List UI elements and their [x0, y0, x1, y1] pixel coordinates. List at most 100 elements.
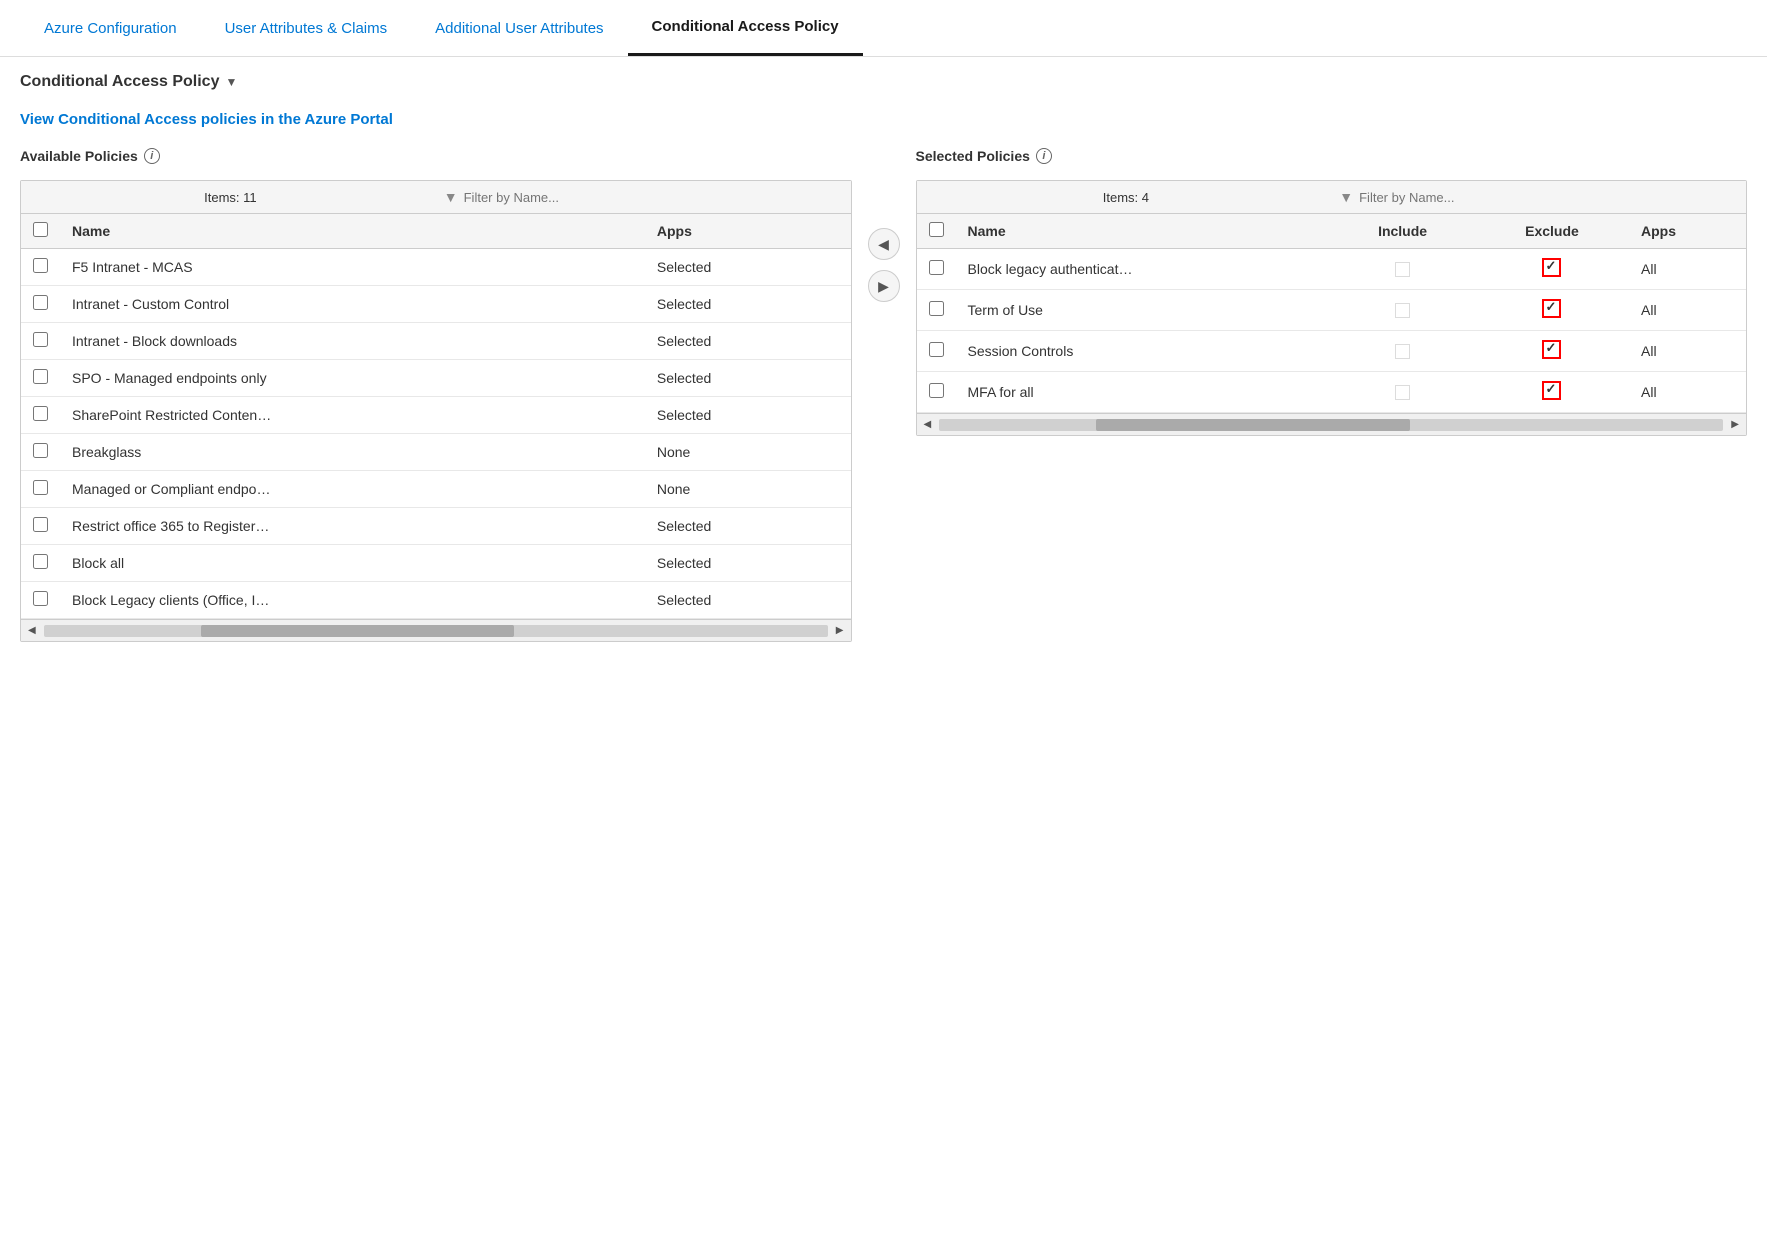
selected-table-container: Name Include Exclude Apps Block legacy a… — [917, 214, 1747, 413]
available-table-container: Name Apps F5 Intranet - MCAS Selected In… — [21, 214, 851, 619]
selected-table-row: Block legacy authenticat… ✓ All — [917, 249, 1747, 290]
available-row-checkbox-cell — [21, 397, 60, 434]
selected-filter-area: ▼ — [1339, 189, 1734, 205]
selected-row-apps: All — [1629, 249, 1746, 290]
exclude-checkbox-icon[interactable]: ✓ — [1542, 381, 1561, 400]
available-row-checkbox[interactable] — [33, 406, 48, 421]
available-table-row: Restrict office 365 to Register… Selecte… — [21, 508, 851, 545]
page-title-row: Conditional Access Policy ▼ — [20, 73, 1747, 91]
selected-row-checkbox[interactable] — [929, 383, 944, 398]
available-row-name: Intranet - Block downloads — [60, 323, 645, 360]
available-row-name: Restrict office 365 to Register… — [60, 508, 645, 545]
available-row-name: Block Legacy clients (Office, I… — [60, 582, 645, 619]
selected-exclude-col-header: Exclude — [1475, 214, 1629, 249]
available-policies-panel: Items: 11 ▼ Name — [20, 180, 852, 642]
tab-user-attrs-claims[interactable]: User Attributes & Claims — [201, 2, 412, 55]
selected-row-checkbox[interactable] — [929, 260, 944, 275]
selected-h-scrollbar[interactable]: ◀ ▶ — [917, 413, 1747, 435]
available-policies-section: Available Policies i Items: 11 ▼ — [20, 148, 852, 642]
transfer-buttons: ◀ ▶ — [852, 148, 916, 302]
azure-portal-link[interactable]: View Conditional Access policies in the … — [20, 111, 393, 128]
available-row-checkbox[interactable] — [33, 480, 48, 495]
available-section-label-row: Available Policies i — [20, 148, 852, 180]
selected-scroll-right[interactable]: ▶ — [1727, 417, 1743, 432]
available-row-apps: Selected — [645, 286, 851, 323]
selected-row-checkbox-cell — [917, 290, 956, 331]
available-row-checkbox-cell — [21, 434, 60, 471]
selected-scroll-track[interactable] — [939, 419, 1723, 431]
selected-panel-header: Items: 4 ▼ — [917, 181, 1747, 214]
available-row-checkbox[interactable] — [33, 591, 48, 606]
available-row-apps: Selected — [645, 397, 851, 434]
available-table-body: F5 Intranet - MCAS Selected Intranet - C… — [21, 249, 851, 619]
selected-policies-section: Selected Policies i Items: 4 ▼ — [916, 148, 1748, 436]
available-h-scrollbar[interactable]: ◀ ▶ — [21, 619, 851, 641]
tab-conditional-access[interactable]: Conditional Access Policy — [628, 0, 863, 56]
selected-name-col-header: Name — [956, 214, 1331, 249]
selected-row-include — [1330, 372, 1475, 413]
selected-select-all-col — [917, 214, 956, 249]
selected-table-row: Term of Use ✓ All — [917, 290, 1747, 331]
selected-scroll-thumb — [1096, 419, 1410, 431]
selected-row-checkbox-cell — [917, 372, 956, 413]
title-dropdown-arrow[interactable]: ▼ — [225, 75, 237, 89]
available-row-apps: Selected — [645, 508, 851, 545]
include-checkbox-icon — [1395, 344, 1410, 359]
available-row-checkbox-cell — [21, 582, 60, 619]
available-table-row: SharePoint Restricted Conten… Selected — [21, 397, 851, 434]
available-row-checkbox[interactable] — [33, 443, 48, 458]
available-row-name: Block all — [60, 545, 645, 582]
available-table-row: F5 Intranet - MCAS Selected — [21, 249, 851, 286]
available-scroll-right[interactable]: ▶ — [832, 623, 848, 638]
available-apps-col-header: Apps — [645, 214, 851, 249]
include-checkbox-icon — [1395, 262, 1410, 277]
selected-table-row: Session Controls ✓ All — [917, 331, 1747, 372]
available-row-checkbox[interactable] — [33, 369, 48, 384]
available-row-name: F5 Intranet - MCAS — [60, 249, 645, 286]
transfer-right-btn[interactable]: ▶ — [868, 270, 900, 302]
available-info-icon[interactable]: i — [144, 148, 160, 164]
available-row-checkbox[interactable] — [33, 332, 48, 347]
available-row-apps: Selected — [645, 323, 851, 360]
available-row-name: Managed or Compliant endpo… — [60, 471, 645, 508]
available-select-all-checkbox[interactable] — [33, 222, 48, 237]
tab-azure-config[interactable]: Azure Configuration — [20, 2, 201, 55]
available-row-checkbox[interactable] — [33, 295, 48, 310]
available-section-label: Available Policies i — [20, 148, 852, 164]
selected-scroll-left[interactable]: ◀ — [920, 417, 936, 432]
selected-filter-input[interactable] — [1359, 190, 1734, 205]
selected-row-include — [1330, 331, 1475, 372]
selected-table-header: Name Include Exclude Apps — [917, 214, 1747, 249]
available-scroll-track[interactable] — [44, 625, 828, 637]
tab-additional-user-attrs[interactable]: Additional User Attributes — [411, 2, 627, 55]
selected-row-checkbox[interactable] — [929, 342, 944, 357]
available-scroll-left[interactable]: ◀ — [24, 623, 40, 638]
exclude-checkbox-icon[interactable]: ✓ — [1542, 299, 1561, 318]
selected-include-col-header: Include — [1330, 214, 1475, 249]
available-row-apps: None — [645, 434, 851, 471]
transfer-left-btn[interactable]: ◀ — [868, 228, 900, 260]
page-title: Conditional Access Policy — [20, 73, 219, 91]
available-row-checkbox-cell — [21, 508, 60, 545]
available-row-checkbox-cell — [21, 360, 60, 397]
available-row-checkbox[interactable] — [33, 258, 48, 273]
selected-row-checkbox[interactable] — [929, 301, 944, 316]
exclude-checkbox-icon[interactable]: ✓ — [1542, 258, 1561, 277]
available-row-name: SharePoint Restricted Conten… — [60, 397, 645, 434]
available-row-checkbox[interactable] — [33, 517, 48, 532]
selected-row-checkbox-cell — [917, 249, 956, 290]
selected-filter-icon: ▼ — [1339, 189, 1353, 205]
selected-items-count: Items: 4 — [929, 190, 1324, 205]
available-table-row: Managed or Compliant endpo… None — [21, 471, 851, 508]
available-filter-input[interactable] — [464, 190, 839, 205]
selected-row-exclude: ✓ — [1475, 331, 1629, 372]
selected-select-all-checkbox[interactable] — [929, 222, 944, 237]
available-table: Name Apps F5 Intranet - MCAS Selected In… — [21, 214, 851, 619]
exclude-checkbox-icon[interactable]: ✓ — [1542, 340, 1561, 359]
available-row-checkbox-cell — [21, 286, 60, 323]
selected-table: Name Include Exclude Apps Block legacy a… — [917, 214, 1747, 413]
available-row-checkbox[interactable] — [33, 554, 48, 569]
available-filter-icon: ▼ — [444, 189, 458, 205]
selected-row-include — [1330, 249, 1475, 290]
selected-info-icon[interactable]: i — [1036, 148, 1052, 164]
